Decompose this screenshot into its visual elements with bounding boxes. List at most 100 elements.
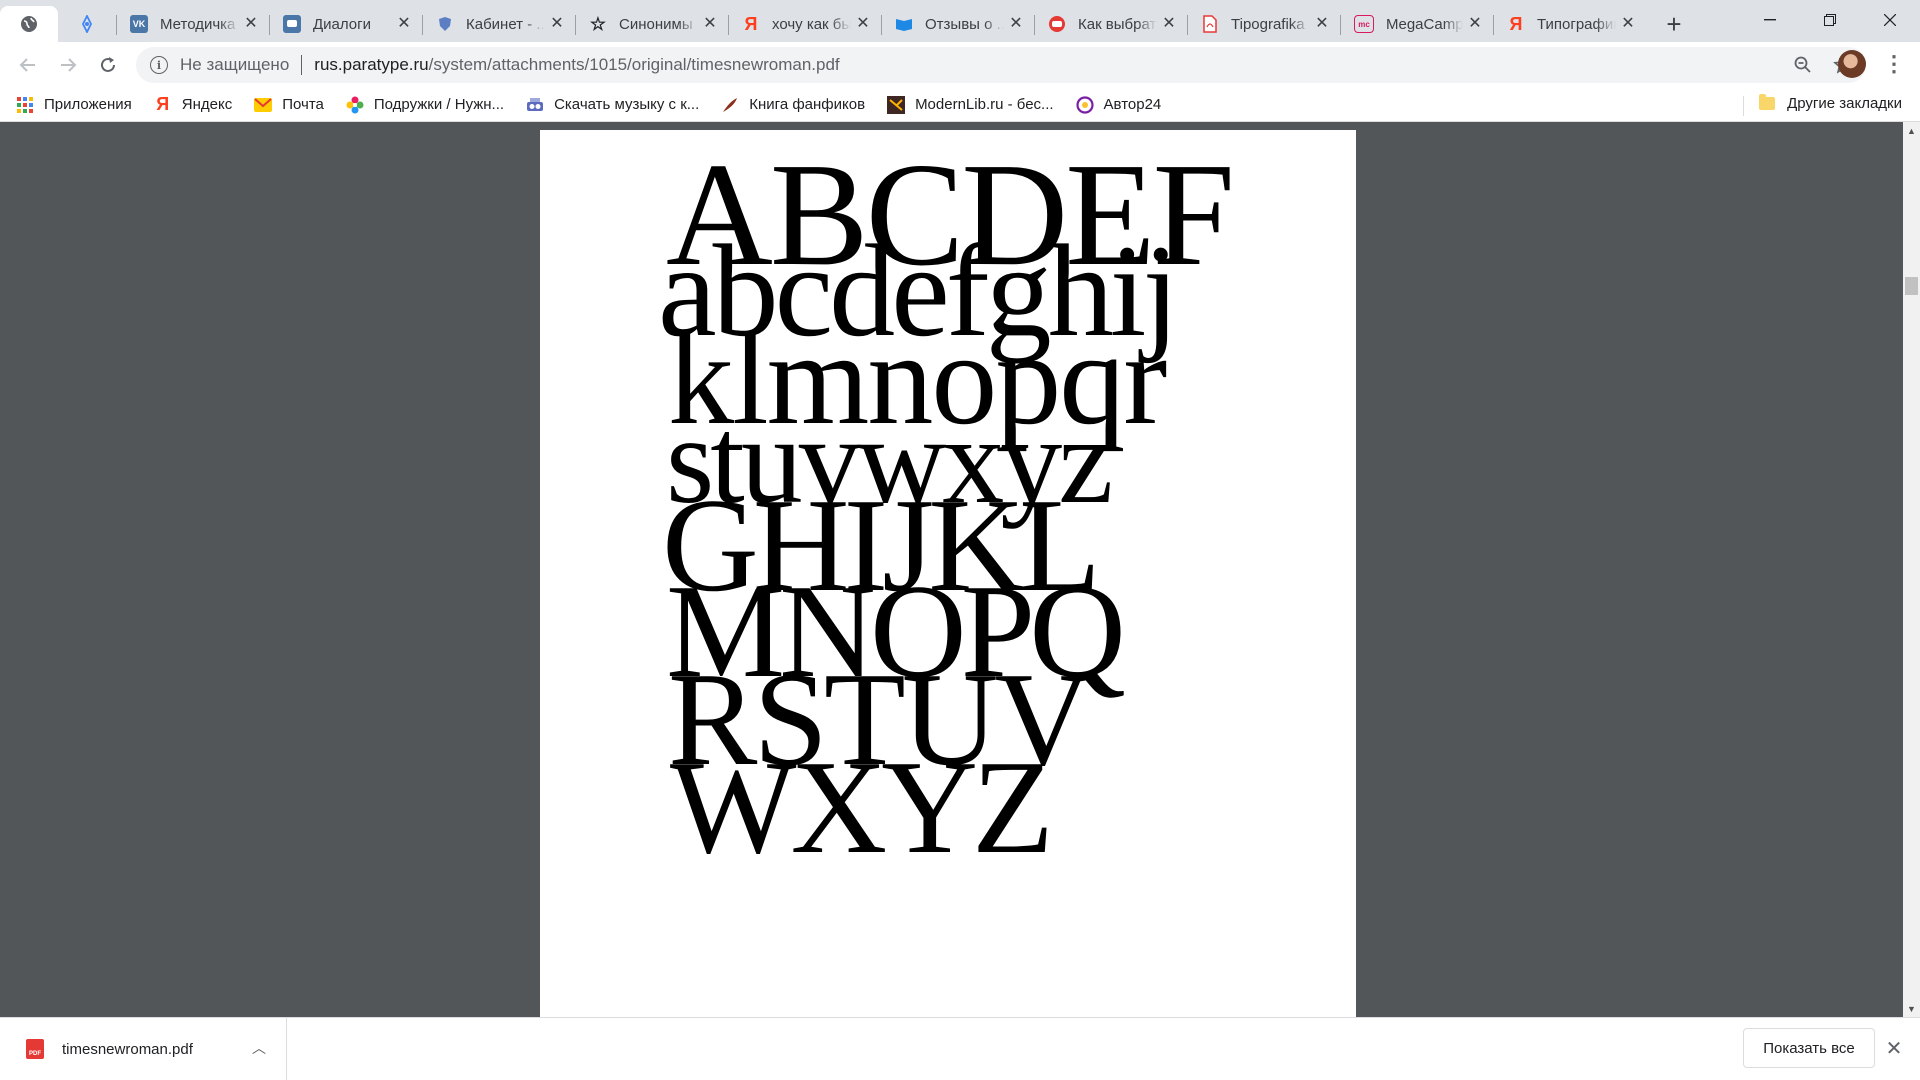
bookmark-label: Приложения [44,96,132,113]
security-text: Не защищено [180,55,290,74]
back-button[interactable] [8,45,48,85]
bookmark-fanfics[interactable]: Книга фанфиков [721,96,865,114]
other-bookmarks[interactable]: Другие закладки [1759,94,1902,112]
vertical-scrollbar[interactable]: ▲ ▼ [1903,122,1920,1017]
close-icon[interactable]: ✕ [1467,16,1483,32]
tab[interactable]: Как выбрать ✕ [1034,6,1187,42]
scroll-down-icon[interactable]: ▼ [1903,1000,1920,1017]
bookmark-label: Почта [282,96,324,113]
new-tab-button[interactable]: + [1654,6,1694,42]
download-filename: timesnewroman.pdf [62,1040,193,1058]
lens-icon [78,15,96,33]
menu-icon[interactable]: ⋮ [1880,50,1908,78]
tab-active[interactable] [0,6,58,42]
arrow-left-icon [19,58,35,72]
tab[interactable]: Диалоги ✕ [269,6,422,42]
close-icon[interactable]: ✕ [1314,16,1330,32]
bookmark-mail[interactable]: Почта [254,96,324,114]
pdf-viewer: ABCDEF abcdefghij klmnopqr stuvwxyz GHIJ… [0,122,1920,1017]
tab[interactable]: Отзывы о ... ✕ [881,6,1034,42]
flower-icon [346,96,364,114]
close-icon[interactable]: ✕ [1620,16,1636,32]
tab-pinned[interactable] [58,6,116,42]
chevron-up-icon[interactable]: ︿ [252,1038,266,1058]
yandex-icon: Я [1509,13,1523,34]
close-icon[interactable]: ✕ [702,16,718,32]
tab-title: Как выбрать [1078,15,1157,33]
restore-button[interactable] [1800,0,1860,40]
folder-icon [1759,94,1776,110]
tab-strip: VK Методичка ✕ Диалоги ✕ Кабинет - ... ✕… [0,0,1920,42]
pdf-file-icon: PDF [26,1039,44,1059]
shield-icon [436,15,454,33]
bookmark-label: Автор24 [1103,96,1162,113]
feather-icon [721,96,739,114]
pdf-text-line: WXYZ [670,733,1054,881]
bookmark-label: Книга фанфиков [749,96,866,113]
tab[interactable]: mc MegaCamp ✕ [1340,6,1493,42]
close-icon[interactable]: ✕ [243,16,259,32]
tab[interactable]: Tipografika ✕ [1187,6,1340,42]
music-icon [526,96,544,114]
tab[interactable]: Я хочу как бы ✕ [728,6,881,42]
globe-icon [20,15,38,33]
youtube-icon [1048,15,1066,33]
chat-icon [283,15,301,33]
tab-title: MegaCamp [1386,15,1463,33]
forward-button[interactable] [48,45,88,85]
reload-icon [101,57,115,72]
close-icon[interactable]: ✕ [1161,16,1177,32]
browser-toolbar: i Не защищено rus.paratype.ru /system/at… [0,42,1920,88]
pdf-page: ABCDEF abcdefghij klmnopqr stuvwxyz GHIJ… [540,130,1356,1017]
address-bar[interactable]: i Не защищено rus.paratype.ru /system/at… [136,47,1866,83]
other-bookmarks-label: Другие закладки [1787,95,1902,112]
bookmark-music[interactable]: Скачать музыку с к... [526,96,699,114]
close-icon[interactable]: ✕ [1008,16,1024,32]
scrollbar-thumb[interactable] [1905,277,1918,295]
profile-avatar[interactable] [1838,50,1866,78]
tab[interactable]: ☆ Синонимы ✕ [575,6,728,42]
vk-icon: VK [130,15,148,33]
star-icon: ☆ [589,13,607,34]
url-path: /system/attachments/1015/original/timesn… [428,55,840,74]
bookmarks-divider [1743,96,1744,116]
tab[interactable]: VK Методичка ✕ [116,6,269,42]
info-icon[interactable]: i [150,56,168,74]
author24-icon [1075,95,1094,114]
bookmark-friends[interactable]: Подружки / Нужн... [346,96,504,114]
close-icon[interactable]: ✕ [549,16,565,32]
download-shelf: PDF timesnewroman.pdf ︿ Показать все ✕ [0,1017,1920,1080]
tab[interactable]: Я Типографика ✕ [1493,6,1646,42]
mail-icon [254,96,273,114]
arrow-right-icon [61,58,77,72]
bookmark-yandex[interactable]: Я Яндекс [154,94,233,114]
close-icon[interactable]: ✕ [1883,1037,1905,1060]
tab-title: Отзывы о ... [925,15,1004,33]
scroll-up-icon[interactable]: ▲ [1903,122,1920,139]
zoom-icon[interactable] [1792,54,1814,76]
tab[interactable]: Кабинет - ... ✕ [422,6,575,42]
bookmark-author24[interactable]: Автор24 [1075,95,1162,114]
bookmark-modernlib[interactable]: ModernLib.ru - бес... [887,95,1054,114]
minimize-button[interactable] [1740,0,1800,40]
bookmark-label: ModernLib.ru - бес... [915,96,1054,113]
url-host: rus.paratype.ru [314,55,429,74]
window-controls [1740,0,1920,40]
close-icon[interactable]: ✕ [855,16,871,32]
bookmark-label: Яндекс [181,96,233,113]
close-window-button[interactable] [1860,0,1920,40]
tab-title: Диалоги [313,15,371,33]
tab-title: Кабинет - ... [466,15,545,33]
bookmark-apps[interactable]: Приложения [16,96,132,114]
bookmark-label: Скачать музыку с к... [554,96,700,113]
bookmarks-bar: Приложения Я Яндекс Почта Подружки / Нуж… [0,88,1920,122]
reload-button[interactable] [88,45,128,85]
pdf-icon [1201,15,1219,33]
download-item[interactable]: PDF timesnewroman.pdf ︿ [0,1018,287,1080]
bookmark-label: Подружки / Нужн... [373,96,505,113]
show-all-downloads-button[interactable]: Показать все [1743,1028,1875,1068]
tab-title: Методичка [160,15,236,33]
yandex-icon: Я [744,13,758,34]
tab-title: Tipografika [1231,15,1305,33]
close-icon[interactable]: ✕ [396,16,412,32]
